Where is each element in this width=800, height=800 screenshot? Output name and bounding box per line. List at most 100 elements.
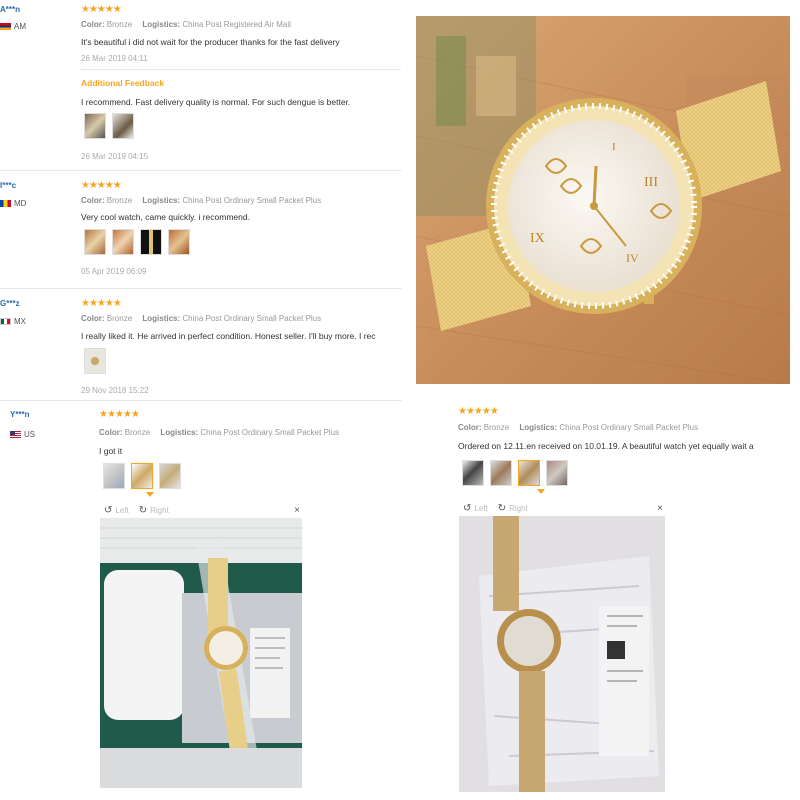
package-photo bbox=[459, 516, 665, 792]
product-photo[interactable]: III IX IV I bbox=[416, 16, 790, 384]
color-label: Color: bbox=[458, 423, 482, 432]
rating-stars: ★★★★★ bbox=[81, 298, 122, 309]
divider bbox=[0, 288, 402, 289]
logistics-label: Logistics: bbox=[142, 196, 181, 205]
watch-photo: III IX IV I bbox=[416, 16, 790, 384]
photo-thumbnail[interactable] bbox=[84, 229, 106, 255]
flag-md-icon bbox=[0, 200, 11, 207]
color-label: Color: bbox=[81, 196, 105, 205]
svg-text:I: I bbox=[612, 141, 616, 153]
rating-stars: ★★★★★ bbox=[81, 180, 122, 191]
rotate-right-icon: ↻ bbox=[138, 505, 148, 516]
review-meta: Color: Bronze Logistics: China Post Ordi… bbox=[99, 428, 339, 437]
color-value: Bronze bbox=[106, 196, 133, 205]
divider bbox=[81, 69, 401, 70]
color-value: Bronze bbox=[106, 20, 133, 29]
selected-indicator bbox=[537, 489, 545, 494]
rotate-left-icon: ↺ bbox=[104, 505, 113, 516]
logistics-label: Logistics: bbox=[142, 20, 181, 29]
additional-feedback-text: I recommend. Fast delivery quality is no… bbox=[81, 97, 351, 107]
svg-text:IV: IV bbox=[626, 251, 639, 265]
review-date: 05 Apr 2019 06:09 bbox=[81, 267, 147, 276]
reviewer-country: MX bbox=[0, 317, 26, 326]
rotate-right-button[interactable]: ↻ Right bbox=[498, 503, 528, 514]
review-photos bbox=[84, 113, 140, 139]
photo-thumbnail[interactable] bbox=[112, 113, 134, 139]
svg-text:IX: IX bbox=[530, 231, 545, 246]
photo-thumbnail[interactable] bbox=[103, 463, 125, 489]
logistics-label: Logistics: bbox=[160, 428, 199, 437]
color-label: Color: bbox=[99, 428, 123, 437]
rotate-right-button[interactable]: ↻ Right bbox=[139, 505, 169, 516]
rotate-right-label: Right bbox=[509, 504, 528, 513]
color-label: Color: bbox=[81, 20, 105, 29]
rotate-left-icon: ↺ bbox=[463, 503, 472, 514]
review-meta: Color: Bronze Logistics: China Post Ordi… bbox=[458, 423, 698, 432]
color-value: Bronze bbox=[106, 314, 133, 323]
review-photo-large[interactable] bbox=[459, 516, 665, 792]
rotate-left-button[interactable]: ↺ Left bbox=[463, 503, 488, 514]
photo-thumbnail[interactable] bbox=[490, 460, 512, 486]
logistics-value: China Post Ordinary Small Packet Plus bbox=[559, 423, 699, 432]
rotate-left-button[interactable]: ↺ Left bbox=[104, 505, 129, 516]
additional-feedback-label: Additional Feedback bbox=[81, 78, 165, 88]
review-text: It's beautiful i did not wait for the pr… bbox=[81, 37, 340, 47]
rating-stars: ★★★★★ bbox=[99, 409, 140, 420]
rating-stars: ★★★★★ bbox=[81, 4, 122, 15]
flag-us-icon bbox=[10, 431, 21, 438]
photo-thumbnail[interactable] bbox=[84, 348, 106, 374]
divider bbox=[0, 400, 402, 401]
reviewer-country: MD bbox=[0, 199, 26, 208]
photo-thumbnail[interactable] bbox=[462, 460, 484, 486]
photo-thumbnail[interactable] bbox=[159, 463, 181, 489]
color-label: Color: bbox=[81, 314, 105, 323]
review-photos bbox=[84, 348, 112, 374]
review-text: I really liked it. He arrived in perfect… bbox=[81, 331, 376, 341]
logistics-label: Logistics: bbox=[142, 314, 181, 323]
review-photos bbox=[84, 229, 196, 255]
reviewer-name: Y***n bbox=[10, 410, 30, 419]
country-code: AM bbox=[14, 22, 26, 31]
photo-thumbnail[interactable] bbox=[168, 229, 190, 255]
review-text: Very cool watch, came quickly. i recomme… bbox=[81, 212, 250, 222]
svg-text:III: III bbox=[644, 175, 658, 190]
review-meta: Color: Bronze Logistics: China Post Regi… bbox=[81, 20, 291, 29]
rotate-left-label: Left bbox=[115, 506, 129, 515]
logistics-value: China Post Registered Air Mail bbox=[182, 20, 291, 29]
country-code: MX bbox=[14, 317, 26, 326]
close-icon[interactable]: × bbox=[294, 505, 300, 516]
rotate-right-icon: ↻ bbox=[497, 503, 507, 514]
review-date: 26 Mar 2019 04:11 bbox=[81, 54, 148, 63]
logistics-value: China Post Ordinary Small Packet Plus bbox=[182, 314, 322, 323]
photo-thumbnail[interactable] bbox=[546, 460, 568, 486]
review-photos bbox=[462, 460, 574, 486]
photo-viewer-toolbar: ↺ Left ↻ Right × bbox=[104, 505, 300, 516]
photo-thumbnail-selected[interactable] bbox=[518, 460, 540, 486]
additional-feedback-date: 26 Mar 2019 04:15 bbox=[81, 152, 149, 161]
reviewer-country: AM bbox=[0, 22, 26, 31]
reviewer-name: A***n bbox=[0, 5, 21, 14]
flag-mx-icon bbox=[0, 318, 11, 325]
review-photo-large[interactable] bbox=[100, 518, 302, 788]
selected-indicator bbox=[146, 492, 154, 497]
rating-stars: ★★★★★ bbox=[458, 406, 499, 417]
review-photos bbox=[103, 463, 187, 489]
rotate-left-label: Left bbox=[474, 504, 488, 513]
logistics-value: China Post Ordinary Small Packet Plus bbox=[200, 428, 340, 437]
review-meta: Color: Bronze Logistics: China Post Ordi… bbox=[81, 314, 321, 323]
photo-thumbnail-selected[interactable] bbox=[131, 463, 153, 489]
reviewer-name: I***c bbox=[0, 181, 17, 190]
review-meta: Color: Bronze Logistics: China Post Ordi… bbox=[81, 196, 321, 205]
logistics-value: China Post Ordinary Small Packet Plus bbox=[182, 196, 322, 205]
photo-thumbnail[interactable] bbox=[112, 229, 134, 255]
photo-viewer-toolbar: ↺ Left ↻ Right × bbox=[463, 503, 663, 514]
rotate-right-label: Right bbox=[150, 506, 169, 515]
photo-thumbnail[interactable] bbox=[140, 229, 162, 255]
photo-thumbnail[interactable] bbox=[84, 113, 106, 139]
country-code: MD bbox=[14, 199, 27, 208]
close-icon[interactable]: × bbox=[657, 503, 663, 514]
logistics-label: Logistics: bbox=[519, 423, 558, 432]
review-text: Ordered on 12.11.en received on 10.01.19… bbox=[458, 441, 754, 451]
country-code: US bbox=[24, 430, 36, 439]
color-value: Bronze bbox=[124, 428, 151, 437]
